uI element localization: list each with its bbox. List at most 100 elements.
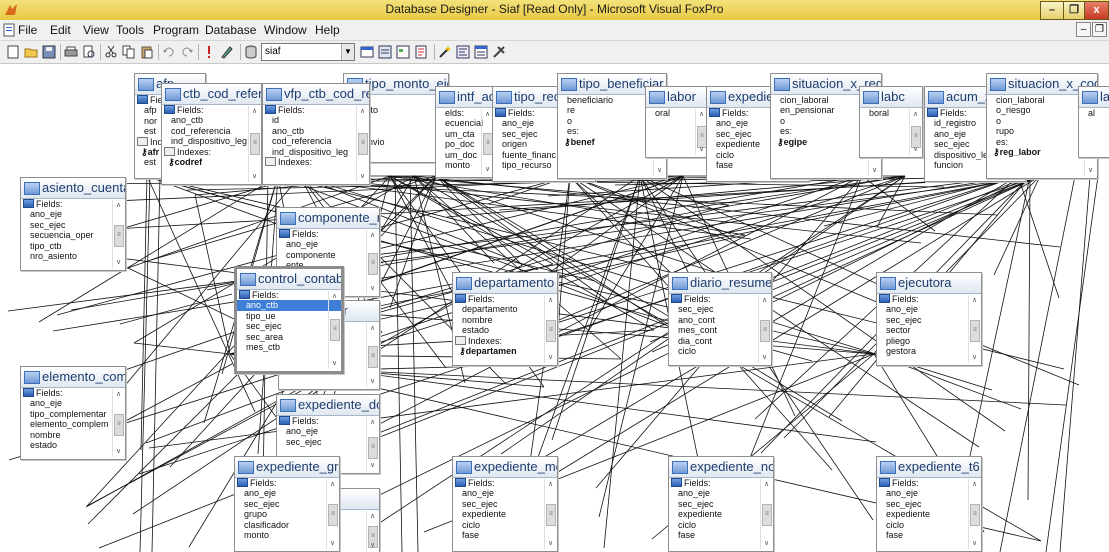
- table-window-expediente-t6[interactable]: expediente_t6 Fields: ano_eje sec_ejec exped…: [876, 456, 982, 552]
- scroll-up-icon[interactable]: ∧: [113, 389, 124, 400]
- data-session-icon[interactable]: [378, 45, 392, 59]
- table-window-expediente-gr[interactable]: expediente_gr Fields: ano_eje sec_ejec grupo…: [234, 456, 340, 552]
- close-button[interactable]: x: [1084, 1, 1109, 20]
- table-scrollbar[interactable]: ∧≡∨: [366, 417, 378, 471]
- table-scrollbar[interactable]: ∧≡∨: [366, 230, 378, 294]
- field-item[interactable]: elemento_complem: [21, 419, 125, 429]
- table-scrollbar[interactable]: ∧≡∨: [968, 479, 980, 549]
- table-field-list[interactable]: Fields: sec_ejec ano_cont mes_cont dia_cont c…: [669, 294, 771, 356]
- table-header[interactable]: ejecutora: [877, 273, 981, 294]
- field-item[interactable]: nombre: [453, 315, 557, 325]
- menu-window[interactable]: Window: [264, 23, 307, 37]
- relationship-line[interactable]: [119, 363, 233, 425]
- scroll-down-icon[interactable]: ∨: [545, 352, 556, 363]
- field-item[interactable]: ciclo: [877, 520, 981, 530]
- field-item[interactable]: expediente: [453, 509, 557, 519]
- scroll-down-icon[interactable]: ∨: [654, 165, 665, 176]
- table-header[interactable]: vfp_ctb_cod_re: [263, 84, 369, 105]
- menu-view[interactable]: View: [83, 23, 109, 37]
- scroll-up-icon[interactable]: ∧: [910, 109, 921, 120]
- table-scrollbar[interactable]: ∧≡∨: [356, 106, 368, 182]
- table-window-elemento-com[interactable]: elemento_com Fields: ano_eje tipo_complemen…: [20, 366, 126, 460]
- field-item[interactable]: ano_cont: [669, 315, 771, 325]
- field-item[interactable]: ano_ctb: [162, 115, 261, 125]
- table-header[interactable]: labor: [646, 87, 708, 108]
- field-item[interactable]: ano_eje: [277, 426, 379, 436]
- scroll-down-icon[interactable]: ∨: [969, 352, 980, 363]
- field-item[interactable]: sec_ejec: [237, 321, 341, 331]
- field-item[interactable]: ciclo: [453, 520, 557, 530]
- scroll-thumb[interactable]: ≡: [330, 319, 340, 341]
- scroll-up-icon[interactable]: ∧: [367, 230, 378, 241]
- field-item[interactable]: sec_ejec: [669, 499, 773, 509]
- paste-icon[interactable]: [140, 45, 154, 59]
- field-item[interactable]: sec_ejec: [877, 499, 981, 509]
- cut-icon[interactable]: [104, 45, 118, 59]
- save-icon[interactable]: [42, 45, 56, 59]
- table-field-list[interactable]: Fields: ano_eje sec_ejec grupo clasificador m…: [235, 478, 339, 540]
- table-scrollbar[interactable]: ∧≡∨: [366, 323, 378, 387]
- field-item[interactable]: secuencia_oper: [21, 230, 125, 240]
- scroll-down-icon[interactable]: ∨: [759, 352, 770, 363]
- menu-help[interactable]: Help: [315, 23, 340, 37]
- field-item[interactable]: fase: [877, 530, 981, 540]
- scroll-thumb[interactable]: ≡: [546, 320, 556, 342]
- scroll-thumb[interactable]: ≡: [368, 437, 378, 459]
- field-item[interactable]: ciclo: [669, 520, 773, 530]
- minimize-button[interactable]: –: [1040, 1, 1064, 20]
- table-header[interactable]: expediente_gr: [235, 457, 339, 478]
- field-item[interactable]: ano_eje: [877, 488, 981, 498]
- modify-icon[interactable]: [220, 45, 234, 59]
- table-header[interactable]: expediente_t6: [877, 457, 981, 478]
- field-item[interactable]: expediente: [877, 509, 981, 519]
- table-field-list[interactable]: al: [1079, 108, 1109, 118]
- field-item[interactable]: estado: [453, 325, 557, 335]
- table-window-ctb-cod-refere[interactable]: ctb_cod_refere Fields:ano_ctbcod_referenc…: [161, 83, 262, 185]
- table-header[interactable]: control_contab: [237, 269, 341, 290]
- scroll-up-icon[interactable]: ∧: [759, 295, 770, 306]
- scroll-down-icon[interactable]: ∨: [1085, 165, 1096, 176]
- relationship-line[interactable]: [1017, 175, 1060, 299]
- table-scrollbar[interactable]: ∧≡∨: [758, 295, 770, 363]
- scroll-up-icon[interactable]: ∧: [357, 106, 368, 117]
- field-item[interactable]: ano_eje: [669, 488, 773, 498]
- table-field-list[interactable]: Fields: ano_eje sec_ejec: [277, 416, 379, 447]
- properties-icon[interactable]: [474, 45, 488, 59]
- table-window-expediente-no[interactable]: expediente_no Fields: ano_eje sec_ejec exped…: [668, 456, 774, 552]
- field-item[interactable]: expediente: [669, 509, 773, 519]
- relationship-line[interactable]: [339, 369, 1067, 406]
- field-item[interactable]: fase: [453, 530, 557, 540]
- scroll-thumb[interactable]: ≡: [970, 320, 980, 342]
- scroll-down-icon[interactable]: ∨: [969, 538, 980, 549]
- scroll-thumb[interactable]: ≡: [328, 504, 338, 526]
- table-scrollbar[interactable]: ∧≡∨: [326, 479, 338, 549]
- field-item[interactable]: mes_ctb: [237, 342, 341, 352]
- index-item[interactable]: ⚷departamen: [453, 346, 557, 356]
- menu-database[interactable]: Database: [205, 23, 256, 37]
- relationship-line[interactable]: [1059, 175, 1091, 552]
- table-window-labor[interactable]: labor oral ∧ ≡ ∨: [645, 86, 709, 158]
- menu-edit[interactable]: Edit: [50, 23, 71, 37]
- field-item[interactable]: ano_eje: [21, 209, 125, 219]
- table-field-list[interactable]: Fields: ano_eje sec_ejec secuencia_oper tipo…: [21, 199, 125, 261]
- field-item[interactable]: sec_ejec: [277, 437, 379, 447]
- scroll-thumb[interactable]: ≡: [114, 414, 124, 436]
- scroll-up-icon[interactable]: ∧: [761, 479, 772, 490]
- run-icon[interactable]: [202, 45, 216, 59]
- scroll-down-icon[interactable]: ∨: [910, 144, 921, 155]
- table-window-asiento-cuenta[interactable]: asiento_cuenta Fields: ano_eje sec_ejec secu…: [20, 177, 126, 271]
- field-item[interactable]: grupo: [235, 509, 339, 519]
- mdi-minimize-button[interactable]: –: [1076, 22, 1091, 37]
- table-field-list[interactable]: Fields: ano_eje sec_ejec expediente ciclo fas…: [877, 478, 981, 540]
- mdi-restore-button[interactable]: ❐: [1092, 22, 1107, 37]
- table-header[interactable]: intf_adm: [436, 87, 494, 108]
- relationship-line[interactable]: [394, 175, 403, 552]
- scroll-down-icon[interactable]: ∨: [367, 460, 378, 471]
- table-header[interactable]: elemento_com: [21, 367, 125, 388]
- scroll-down-icon[interactable]: ∨: [761, 538, 772, 549]
- relationship-line[interactable]: [993, 175, 1041, 276]
- new-file-icon[interactable]: [6, 45, 20, 59]
- table-field-list[interactable]: Fields: ano_ctb tipo_ue sec_ejec sec_area mes…: [237, 290, 341, 352]
- scroll-up-icon[interactable]: ∧: [113, 200, 124, 211]
- field-item[interactable]: monto: [235, 530, 339, 540]
